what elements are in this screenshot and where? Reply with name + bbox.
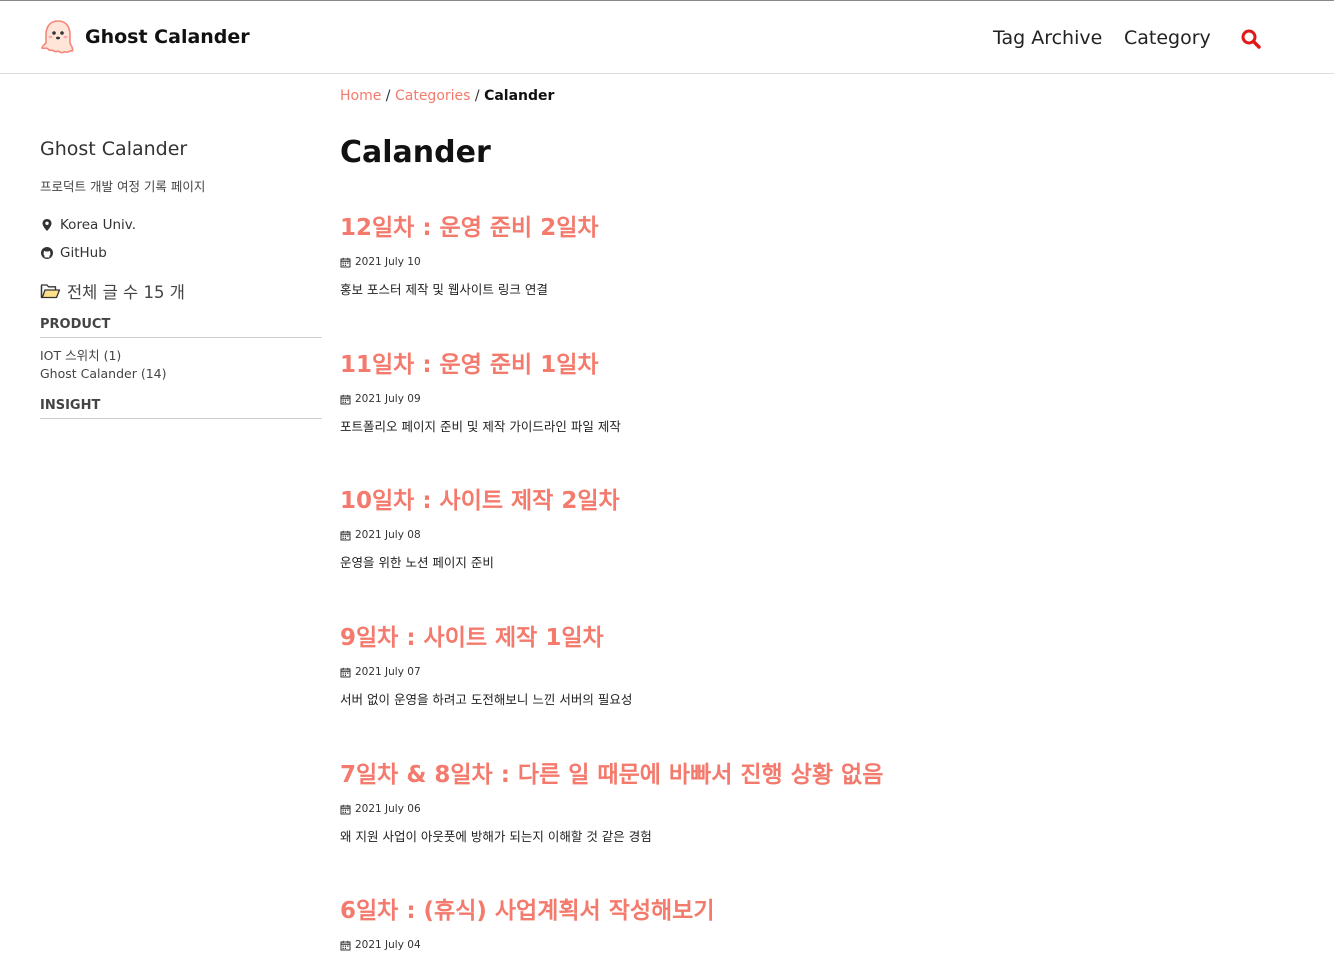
total-posts-text: 전체 글 수 15 개 [67,283,185,302]
post-item: 9일차 : 사이트 제작 1일차 2021 July 07 서버 없이 운영을 … [340,623,632,708]
post-date-text: 2021 July 09 [355,393,421,405]
breadcrumb-categories[interactable]: Categories [395,88,470,104]
brand-link[interactable]: Ghost Calander [39,18,250,56]
search-icon[interactable] [1240,28,1262,50]
category-heading-insight[interactable]: INSIGHT [40,398,322,419]
map-marker-icon [42,219,52,231]
post-title-link[interactable]: 12일차 : 운영 준비 2일차 [340,213,599,243]
location-item: Korea Univ. [40,215,322,235]
category-item[interactable]: Ghost Calander (14) [40,365,322,383]
github-text: GitHub [60,245,107,261]
brand-name: Ghost Calander [85,26,250,48]
page-title: Calander [340,135,491,170]
post-item: 6일차 : (휴식) 사업계획서 작성해보기 2021 July 04 [340,896,715,952]
calendar-icon [340,530,351,540]
calendar-icon [340,257,351,267]
breadcrumb-home[interactable]: Home [340,88,381,104]
post-date-text: 2021 July 06 [355,803,421,815]
post-date-text: 2021 July 04 [355,939,421,951]
post-item: 10일차 : 사이트 제작 2일차 2021 July 08 운영을 위한 노션… [340,486,620,571]
post-date: 2021 July 09 [340,392,621,406]
calendar-icon [340,804,351,814]
post-date: 2021 July 10 [340,255,599,269]
category-list-product: IOT 스위치 (1) Ghost Calander (14) [40,347,322,383]
post-title-link[interactable]: 6일차 : (휴식) 사업계획서 작성해보기 [340,896,715,926]
post-excerpt: 포트폴리오 페이지 준비 및 제작 가이드라인 파일 제작 [340,419,621,434]
folder-open-icon [40,283,61,298]
category-item[interactable]: IOT 스위치 (1) [40,347,322,365]
post-date: 2021 July 08 [340,528,620,542]
calendar-icon [340,940,351,950]
calendar-icon [340,667,351,677]
post-title-link[interactable]: 9일차 : 사이트 제작 1일차 [340,623,632,653]
breadcrumb-separator: / [385,88,391,104]
post-date: 2021 July 07 [340,665,632,679]
sidebar: Ghost Calander 프로덕트 개발 여정 기록 페이지 Korea U… [40,138,322,419]
post-date-text: 2021 July 08 [355,529,421,541]
post-date-text: 2021 July 07 [355,666,421,678]
total-posts: 전체 글 수 15 개 [40,279,322,303]
breadcrumb: Home / Categories / Calander [340,88,1300,104]
top-navbar: Ghost Calander Tag Archive Category [0,0,1334,74]
nav-tag-archive[interactable]: Tag Archive [993,27,1102,49]
category-heading-product[interactable]: PRODUCT [40,317,322,338]
sidebar-description: 프로덕트 개발 여정 기록 페이지 [40,179,206,194]
post-excerpt: 왜 지원 사업이 아웃풋에 방해가 되는지 이해할 것 같은 경험 [340,829,652,844]
post-item: 11일차 : 운영 준비 1일차 2021 July 09 포트폴리오 페이지 … [340,350,621,435]
post-date: 2021 July 06 [340,802,883,816]
post-title-link[interactable]: 7일차 & 8일차 : 다른 일 때문에 바빠서 진행 상황 없음 [340,760,883,790]
breadcrumb-current: Calander [484,88,555,104]
post-item: 7일차 & 8일차 : 다른 일 때문에 바빠서 진행 상황 없음 2021 J… [340,760,883,845]
github-link[interactable]: GitHub [40,243,322,263]
post-excerpt: 서버 없이 운영을 하려고 도전해보니 느낀 서버의 필요성 [340,692,633,707]
sidebar-title: Ghost Calander [40,138,188,160]
ghost-logo-icon [41,20,74,54]
post-date-text: 2021 July 10 [355,256,421,268]
post-title-link[interactable]: 11일차 : 운영 준비 1일차 [340,350,621,380]
post-excerpt: 운영을 위한 노션 페이지 준비 [340,555,494,570]
breadcrumb-separator: / [474,88,480,104]
post-excerpt: 홍보 포스터 제작 및 웹사이트 링크 연결 [340,282,548,297]
main-content: Home / Categories / Calander Calander 12… [340,88,1300,951]
post-item: 12일차 : 운영 준비 2일차 2021 July 10 홍보 포스터 제작 … [340,213,599,298]
post-title-link[interactable]: 10일차 : 사이트 제작 2일차 [340,486,620,516]
github-icon [41,247,53,259]
post-date: 2021 July 04 [340,938,715,952]
calendar-icon [340,394,351,404]
location-text: Korea Univ. [60,217,136,233]
nav-category[interactable]: Category [1124,27,1211,49]
